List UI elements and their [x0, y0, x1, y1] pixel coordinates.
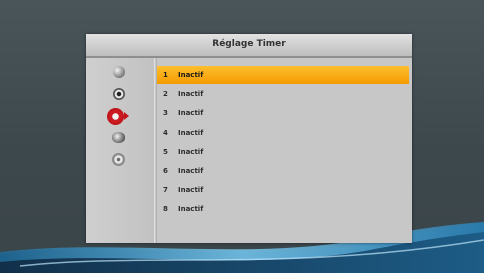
menu-icon-column: [86, 58, 154, 243]
timer-status: Inactif: [178, 186, 204, 194]
timer-status: Inactif: [178, 90, 204, 98]
timer-number: 4: [163, 129, 168, 137]
timer-status: Inactif: [178, 167, 204, 175]
timer-status: Inactif: [178, 129, 204, 137]
timer-row-4[interactable]: 4 Inactif: [157, 124, 409, 142]
timer-status: Inactif: [178, 109, 204, 117]
timer-row-3[interactable]: 3 Inactif: [157, 104, 409, 122]
film-reel-icon[interactable]: [112, 153, 125, 166]
globe-icon[interactable]: [113, 66, 125, 78]
tv-icon[interactable]: [112, 132, 125, 143]
target-icon[interactable]: [113, 88, 125, 100]
timer-status: Inactif: [178, 205, 204, 213]
selected-arrow-icon: [124, 112, 129, 120]
timer-number: 2: [163, 90, 168, 98]
dialog-title: Réglage Timer: [212, 39, 286, 49]
timer-status: Inactif: [178, 71, 204, 79]
timer-number: 3: [163, 109, 168, 117]
timer-number: 1: [163, 71, 168, 79]
timer-number: 7: [163, 186, 168, 194]
timer-row-1[interactable]: 1 Inactif: [157, 66, 409, 84]
timer-settings-dialog: Réglage Timer 1 Inactif 2 Inactif 3 Inac…: [86, 34, 412, 243]
timer-status: Inactif: [178, 148, 204, 156]
timer-number: 6: [163, 167, 168, 175]
dialog-title-bar: Réglage Timer: [86, 34, 412, 58]
timer-row-2[interactable]: 2 Inactif: [157, 85, 409, 103]
tv-screen: Réglage Timer 1 Inactif 2 Inactif 3 Inac…: [0, 0, 484, 273]
timer-list: 1 Inactif 2 Inactif 3 Inactif 4 Inactif …: [157, 58, 412, 243]
timer-row-8[interactable]: 8 Inactif: [157, 200, 409, 218]
timer-row-7[interactable]: 7 Inactif: [157, 181, 409, 199]
timer-number: 5: [163, 148, 168, 156]
timer-row-6[interactable]: 6 Inactif: [157, 162, 409, 180]
timer-row-5[interactable]: 5 Inactif: [157, 143, 409, 161]
timer-number: 8: [163, 205, 168, 213]
no-entry-icon[interactable]: [107, 108, 124, 125]
